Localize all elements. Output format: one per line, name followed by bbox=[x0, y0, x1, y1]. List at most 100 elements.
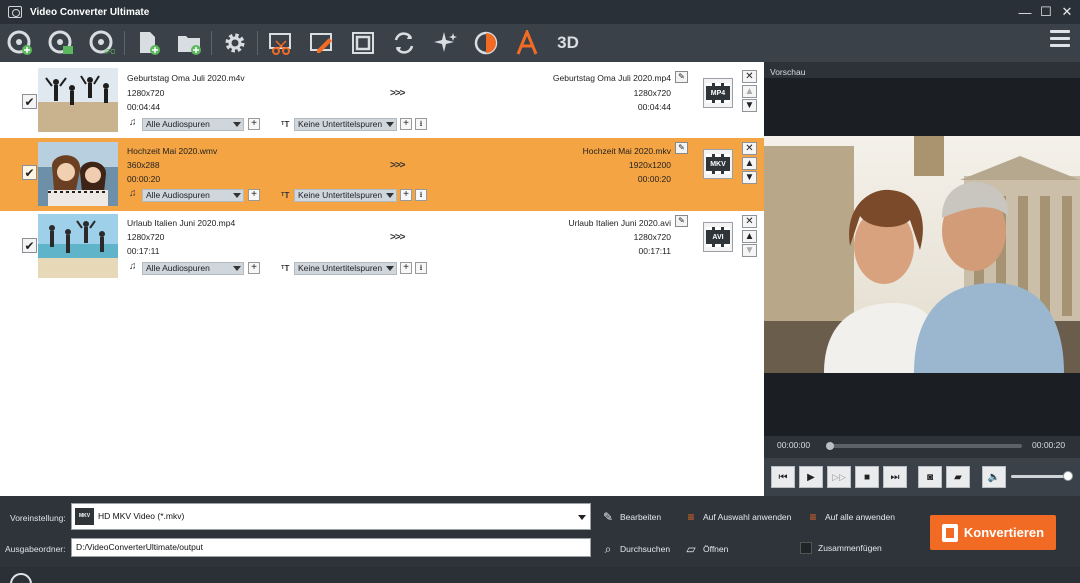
preview-panel: Vorschau 00:00:00 00:00:20 ⏮ ▶ ▷▷ ■ ⏭ ◙ … bbox=[764, 62, 1080, 496]
download-subtitle-button[interactable]: ⭳ bbox=[415, 189, 427, 201]
file-checkbox[interactable]: ✔ bbox=[22, 238, 37, 253]
video-preview[interactable] bbox=[764, 78, 1080, 436]
maximize-button[interactable]: ☐ bbox=[1035, 0, 1057, 24]
merge-checkbox[interactable]: Zusammenfügen bbox=[800, 542, 882, 554]
move-up-button[interactable]: ▲ bbox=[742, 85, 757, 98]
open-folder-button[interactable]: ▱ Öffnen bbox=[684, 542, 728, 556]
volume-handle[interactable] bbox=[1063, 471, 1073, 481]
add-file-button[interactable] bbox=[133, 28, 163, 58]
output-format-button[interactable]: AVI bbox=[703, 222, 733, 252]
play-button[interactable]: ▶ bbox=[799, 466, 823, 488]
file-row[interactable]: ✔ Geburtstag Oma Juli 2020.m4v 1280x720 … bbox=[0, 64, 764, 137]
add-audio-button[interactable]: + bbox=[248, 262, 260, 274]
download-subtitle-button[interactable]: ⭳ bbox=[415, 118, 427, 130]
preset-format-icon: MKV bbox=[75, 508, 94, 525]
enhance-button[interactable] bbox=[430, 28, 460, 58]
menu-hamburger-icon[interactable] bbox=[1050, 30, 1070, 50]
crop-button[interactable] bbox=[348, 28, 378, 58]
remove-file-button[interactable]: ✕ bbox=[742, 142, 757, 155]
skip-end-button[interactable]: ⏭ bbox=[883, 466, 907, 488]
audio-track-select[interactable]: Alle Audiospuren bbox=[142, 262, 244, 275]
skip-start-button[interactable]: ⏮ bbox=[771, 466, 795, 488]
mute-button[interactable]: 🔈 bbox=[982, 466, 1006, 488]
load-disc-button[interactable] bbox=[5, 28, 35, 58]
rename-output-button[interactable]: ✎ bbox=[675, 142, 688, 154]
subtitle-track-select[interactable]: Keine Untertitelspuren bbox=[294, 118, 397, 131]
checkbox-box[interactable] bbox=[800, 542, 812, 554]
format-badge: AVI bbox=[706, 227, 730, 247]
add-audio-button[interactable]: + bbox=[248, 189, 260, 201]
preferences-button[interactable] bbox=[220, 28, 250, 58]
edit-button[interactable] bbox=[307, 28, 337, 58]
toolbar-divider bbox=[124, 31, 125, 55]
download-subtitle-button[interactable]: ⭳ bbox=[415, 262, 427, 274]
arrow-up-icon: ▲ bbox=[744, 86, 755, 97]
skip-end-icon: ⏭ bbox=[890, 471, 900, 483]
stop-button[interactable]: ■ bbox=[855, 466, 879, 488]
load-dvd-folder-button[interactable] bbox=[46, 28, 76, 58]
playback-controls: ⏮ ▶ ▷▷ ■ ⏭ ◙ ▰ 🔈 bbox=[764, 458, 1080, 496]
audio-track-select[interactable]: Alle Audiospuren bbox=[142, 189, 244, 202]
move-up-button[interactable]: ▲ bbox=[742, 230, 757, 243]
browse-button[interactable]: ⌕ Durchsuchen bbox=[601, 542, 670, 556]
convert-button[interactable]: Konvertieren bbox=[930, 515, 1056, 550]
step-frame-button[interactable]: ▷▷ bbox=[827, 466, 851, 488]
edit-preset-button[interactable]: ✎ Bearbeiten bbox=[601, 510, 661, 524]
file-checkbox[interactable]: ✔ bbox=[22, 94, 37, 109]
remove-file-button[interactable]: ✕ bbox=[742, 215, 757, 228]
preset-select[interactable]: MKV HD MKV Video (*.mkv) bbox=[71, 503, 591, 530]
output-folder-field[interactable]: D:/VideoConverterUltimate/output bbox=[71, 538, 591, 557]
seek-bar[interactable] bbox=[826, 442, 1022, 450]
audio-track-select[interactable]: Alle Audiospuren bbox=[142, 118, 244, 131]
volume-icon: 🔈 bbox=[987, 471, 1001, 483]
move-down-button[interactable]: ▼ bbox=[742, 171, 757, 184]
subtitle-track-select[interactable]: Keine Untertitelspuren bbox=[294, 262, 397, 275]
edit-icon: ✎ bbox=[602, 510, 614, 524]
file-row[interactable]: ✔ Urlaub Italien Juni 2020.mp4 1280x720 … bbox=[0, 211, 764, 284]
arrow-down-icon: ▼ bbox=[744, 245, 755, 256]
dropdown-caret-icon bbox=[386, 193, 394, 198]
download-icon: ⭳ bbox=[419, 190, 423, 199]
app-logo-icon bbox=[8, 6, 22, 18]
output-format-button[interactable]: MKV bbox=[703, 149, 733, 179]
seek-handle[interactable] bbox=[826, 442, 834, 450]
effect-button[interactable] bbox=[471, 28, 501, 58]
rename-output-button[interactable]: ✎ bbox=[675, 71, 688, 83]
target-duration: 00:17:11 bbox=[638, 246, 671, 256]
remove-file-button[interactable]: ✕ bbox=[742, 70, 757, 83]
clip-button[interactable] bbox=[266, 28, 296, 58]
load-ifo-button[interactable]: IFO bbox=[87, 28, 117, 58]
close-window-button[interactable]: ✕ bbox=[1056, 0, 1078, 24]
add-subtitle-button[interactable]: + bbox=[400, 262, 412, 274]
output-format-button[interactable]: MP4 bbox=[703, 78, 733, 108]
add-subtitle-button[interactable]: + bbox=[400, 118, 412, 130]
apply-all-button[interactable]: ≡ Auf alle anwenden bbox=[806, 510, 894, 524]
3d-button[interactable]: 3D bbox=[553, 28, 583, 58]
add-folder-button[interactable] bbox=[174, 28, 204, 58]
rename-output-button[interactable]: ✎ bbox=[675, 215, 688, 227]
file-checkbox[interactable]: ✔ bbox=[22, 165, 37, 180]
move-down-button[interactable]: ▼ bbox=[742, 99, 757, 112]
file-row-selected[interactable]: ✔ Hochzeit Mai 2020.wmv 360x288 00:00:20… bbox=[0, 138, 764, 211]
add-subtitle-button[interactable]: + bbox=[400, 189, 412, 201]
format-badge: MKV bbox=[706, 154, 730, 174]
status-indicator-icon bbox=[10, 573, 32, 583]
snapshot-folder-button[interactable]: ▰ bbox=[946, 466, 970, 488]
watermark-button[interactable] bbox=[512, 28, 542, 58]
move-down-button[interactable]: ▼ bbox=[742, 244, 757, 257]
subtitle-track-select[interactable]: Keine Untertitelspuren bbox=[294, 189, 397, 202]
conversion-arrows: >>> bbox=[390, 160, 406, 171]
arrow-down-icon: ▼ bbox=[744, 172, 755, 183]
add-audio-button[interactable]: + bbox=[248, 118, 260, 130]
move-up-button[interactable]: ▲ bbox=[742, 157, 757, 170]
minimize-button[interactable]: — bbox=[1014, 0, 1036, 24]
pencil-icon: ✎ bbox=[678, 143, 685, 152]
rotate-button[interactable] bbox=[389, 28, 419, 58]
source-filename: Hochzeit Mai 2020.wmv bbox=[127, 146, 218, 156]
volume-slider[interactable] bbox=[1011, 471, 1073, 481]
source-resolution: 360x288 bbox=[127, 160, 160, 170]
apply-selection-button[interactable]: ≡ Auf Auswahl anwenden bbox=[684, 510, 791, 524]
dropdown-caret-icon bbox=[386, 266, 394, 271]
snapshot-button[interactable]: ◙ bbox=[918, 466, 942, 488]
load-dvd-folder-icon bbox=[48, 30, 73, 54]
